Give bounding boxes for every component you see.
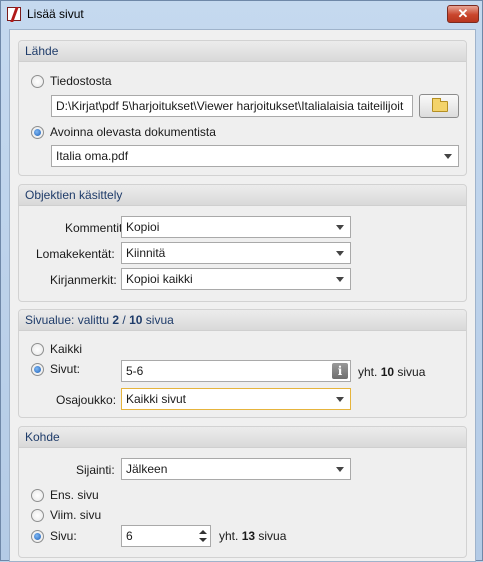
target-total-suffix: sivua — [255, 529, 287, 543]
last-page-radio[interactable] — [31, 509, 44, 522]
spin-down-arrow[interactable] — [199, 538, 207, 542]
page-label: Sivu: — [50, 529, 77, 543]
pages-label: Sivut: — [50, 362, 81, 376]
comments-select[interactable]: Kopioi — [121, 216, 351, 238]
first-page-label: Ens. sivu — [50, 488, 99, 502]
subset-select[interactable]: Kaikki sivut — [121, 388, 351, 410]
page-number-value: 6 — [126, 529, 133, 543]
spinner-icon[interactable] — [196, 526, 210, 546]
open-doc-radio[interactable] — [31, 126, 44, 139]
formfields-value: Kiinnitä — [126, 246, 166, 260]
from-file-label: Tiedostosta — [50, 74, 112, 88]
dropdown-arrow-icon — [336, 397, 344, 402]
open-doc-select[interactable]: Italia oma.pdf — [51, 145, 459, 167]
page-number-input[interactable]: 6 — [121, 525, 211, 547]
pages-total-count: 10 — [380, 365, 395, 379]
open-doc-label: Avoinna olevasta dokumentista — [50, 125, 216, 139]
dialog-window: Lisää sivut ✕ Lähde Tiedostosta D:\Kirja… — [0, 0, 483, 562]
dropdown-arrow-icon — [336, 225, 344, 230]
target-group-header: Kohde — [19, 427, 466, 448]
objects-group: Objektien käsittely Kommentit: Kopioi Lo… — [18, 184, 467, 302]
first-page-radio[interactable] — [31, 489, 44, 502]
info-icon[interactable]: i — [332, 363, 348, 379]
all-pages-radio[interactable] — [31, 343, 44, 356]
pages-total-label: yht. 10 sivua — [358, 365, 425, 379]
browse-button[interactable] — [419, 94, 459, 118]
pages-total-prefix: yht. — [358, 365, 381, 379]
dialog-content: Lähde Tiedostosta D:\Kirjat\pdf 5\harjoi… — [9, 29, 476, 562]
position-label: Sijainti: — [76, 463, 115, 477]
target-total-count: 13 — [241, 529, 256, 543]
file-path-input[interactable]: D:\Kirjat\pdf 5\harjoitukset\Viewer harj… — [51, 95, 413, 117]
position-value: Jälkeen — [126, 462, 168, 476]
app-icon — [7, 7, 21, 21]
position-select[interactable]: Jälkeen — [121, 458, 351, 480]
target-group: Kohde Sijainti: Jälkeen Ens. sivu Viim. … — [18, 426, 467, 558]
bookmarks-value: Kopioi kaikki — [126, 272, 193, 286]
dropdown-arrow-icon — [336, 251, 344, 256]
window-title: Lisää sivut — [27, 7, 84, 21]
comments-label: Kommentit: — [65, 221, 126, 235]
range-header-suffix: sivua — [142, 313, 174, 327]
pages-radio[interactable] — [31, 363, 44, 376]
target-total-label: yht. 13 sivua — [219, 529, 286, 543]
range-group-header: Sivualue: valittu 2 / 10 sivua — [19, 310, 466, 331]
pages-value: 5-6 — [126, 364, 144, 378]
range-total-count: 10 — [129, 313, 143, 327]
range-header-sep: / — [119, 313, 130, 327]
range-group: Sivualue: valittu 2 / 10 sivua Kaikki Si… — [18, 309, 467, 418]
bookmarks-label: Kirjanmerkit: — [50, 273, 117, 287]
title-bar[interactable]: Lisää sivut ✕ — [1, 1, 482, 29]
pages-total-suffix: sivua — [394, 365, 426, 379]
close-icon: ✕ — [457, 6, 469, 21]
comments-value: Kopioi — [126, 220, 160, 234]
open-doc-value: Italia oma.pdf — [56, 149, 129, 163]
target-total-prefix: yht. — [219, 529, 242, 543]
range-header-prefix: Sivualue: valittu — [25, 313, 113, 327]
objects-group-header: Objektien käsittely — [19, 185, 466, 206]
subset-value: Kaikki sivut — [126, 392, 187, 406]
formfields-select[interactable]: Kiinnitä — [121, 242, 351, 264]
folder-icon — [432, 98, 448, 112]
last-page-label: Viim. sivu — [50, 508, 102, 522]
from-file-radio[interactable] — [31, 75, 44, 88]
spin-up-arrow[interactable] — [199, 530, 207, 534]
dropdown-arrow-icon — [336, 277, 344, 282]
close-button[interactable]: ✕ — [447, 5, 479, 23]
all-pages-label: Kaikki — [50, 342, 83, 356]
dropdown-arrow-icon — [444, 154, 452, 159]
formfields-label: Lomakekentät: — [36, 247, 115, 261]
source-group: Lähde Tiedostosta D:\Kirjat\pdf 5\harjoi… — [18, 40, 467, 176]
page-radio[interactable] — [31, 530, 44, 543]
source-group-header: Lähde — [19, 41, 466, 62]
dropdown-arrow-icon — [336, 467, 344, 472]
subset-label: Osajoukko: — [56, 393, 117, 407]
pages-input[interactable]: 5-6 i — [121, 360, 351, 382]
bookmarks-select[interactable]: Kopioi kaikki — [121, 268, 351, 290]
